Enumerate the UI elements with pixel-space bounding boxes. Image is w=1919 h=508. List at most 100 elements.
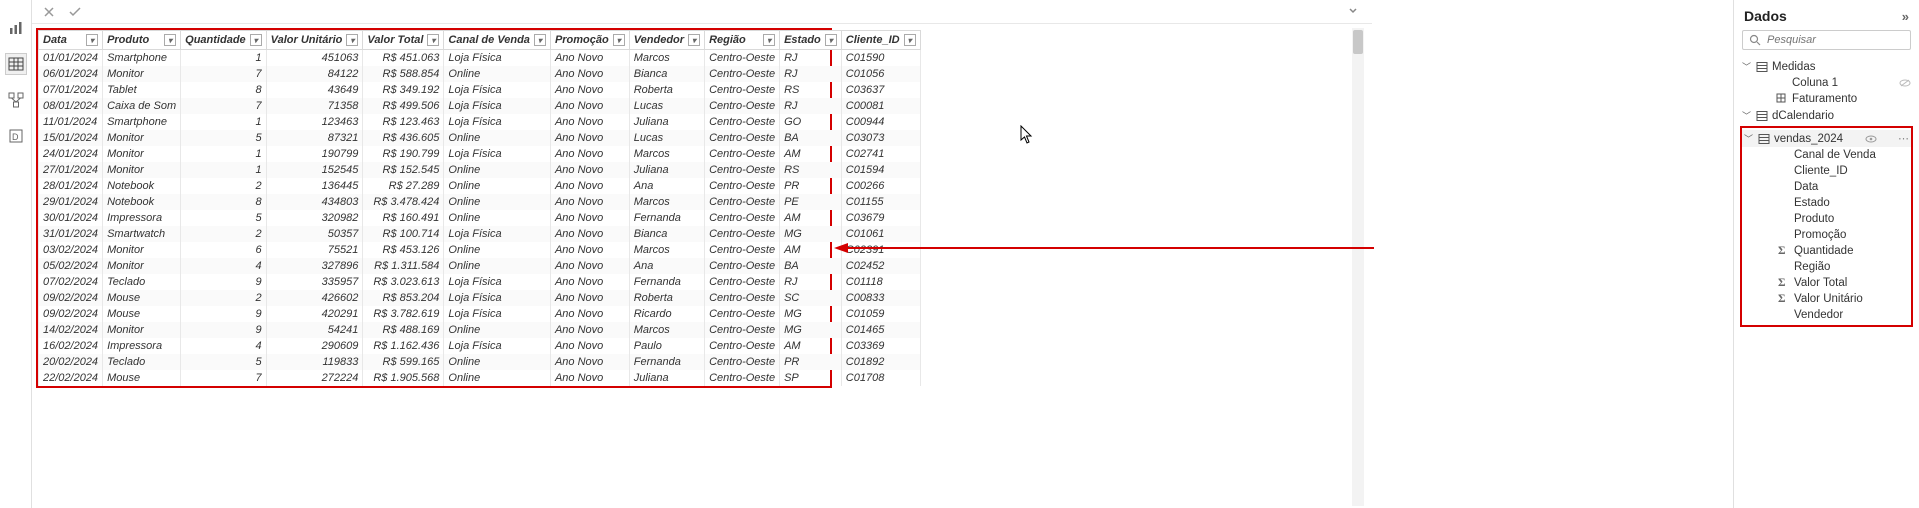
table-row[interactable]: 30/01/2024Impressora5320982R$ 160.491Onl… [39,210,921,226]
table-cell[interactable]: 272224 [266,370,363,386]
table-row[interactable]: 29/01/2024Notebook8434803R$ 3.478.424Onl… [39,194,921,210]
table-cell[interactable]: 434803 [266,194,363,210]
table-cell[interactable]: AM [780,338,842,354]
table-cell[interactable]: Monitor [103,242,181,258]
table-cell[interactable]: R$ 152.545 [363,162,444,178]
table-cell[interactable]: Online [444,178,551,194]
table-row[interactable]: 16/02/2024Impressora4290609R$ 1.162.436L… [39,338,921,354]
table-cell[interactable]: Centro-Oeste [705,130,780,146]
table-row[interactable]: 24/01/2024Monitor1190799R$ 190.799Loja F… [39,146,921,162]
table-row[interactable]: 22/02/2024Mouse7272224R$ 1.905.568Online… [39,370,921,386]
field-node[interactable]: Estado [1742,195,1911,211]
column-header[interactable]: Canal de Venda▾ [444,31,551,50]
table-cell[interactable]: Smartphone [103,50,181,66]
table-cell[interactable]: RS [780,162,842,178]
table-cell[interactable]: Juliana [629,162,704,178]
table-cell[interactable]: R$ 3.782.619 [363,306,444,322]
table-cell[interactable]: R$ 599.165 [363,354,444,370]
filter-dropdown-icon[interactable]: ▾ [427,34,439,46]
table-cell[interactable]: Centro-Oeste [705,338,780,354]
table-cell[interactable]: Fernanda [629,354,704,370]
table-cell[interactable]: 327896 [266,258,363,274]
table-cell[interactable]: RJ [780,66,842,82]
table-cell[interactable]: Loja Física [444,114,551,130]
table-cell[interactable]: 2 [181,178,267,194]
table-cell[interactable]: Ano Novo [550,82,629,98]
table-row[interactable]: 27/01/2024Monitor1152545R$ 152.545Online… [39,162,921,178]
table-cell[interactable]: R$ 1.162.436 [363,338,444,354]
table-cell[interactable]: Ano Novo [550,258,629,274]
table-cell[interactable]: Juliana [629,370,704,386]
table-row[interactable]: 31/01/2024Smartwatch250357R$ 100.714Loja… [39,226,921,242]
table-cell[interactable]: 190799 [266,146,363,162]
table-cell[interactable]: 43649 [266,82,363,98]
expand-formula-icon[interactable] [1347,4,1363,20]
table-row[interactable]: 03/02/2024Monitor675521R$ 453.126OnlineA… [39,242,921,258]
table-cell[interactable]: 1 [181,162,267,178]
table-view-icon[interactable] [6,54,26,74]
table-cell[interactable]: R$ 190.799 [363,146,444,162]
table-cell[interactable]: Ana [629,178,704,194]
table-cell[interactable]: Monitor [103,162,181,178]
table-cell[interactable]: R$ 27.289 [363,178,444,194]
table-cell[interactable]: Centro-Oeste [705,98,780,114]
table-cell[interactable]: RJ [780,98,842,114]
table-cell[interactable]: R$ 3.023.613 [363,274,444,290]
table-cell[interactable]: 335957 [266,274,363,290]
table-cell[interactable]: 5 [181,130,267,146]
table-cell[interactable]: R$ 453.126 [363,242,444,258]
table-cell[interactable]: 01/01/2024 [39,50,103,66]
table-cell[interactable]: Monitor [103,146,181,162]
table-cell[interactable]: Notebook [103,194,181,210]
table-cell[interactable]: 08/01/2024 [39,98,103,114]
table-cell[interactable]: 14/02/2024 [39,322,103,338]
table-cell[interactable]: Fernanda [629,210,704,226]
table-cell[interactable]: 29/01/2024 [39,194,103,210]
table-cell[interactable]: Loja Física [444,50,551,66]
table-cell[interactable]: Ana [629,258,704,274]
table-node[interactable]: ﹀vendas_2024⋯ [1742,130,1911,147]
table-cell[interactable]: 9 [181,274,267,290]
table-cell[interactable]: 54241 [266,322,363,338]
table-cell[interactable]: C01155 [841,194,920,210]
table-cell[interactable]: Centro-Oeste [705,162,780,178]
column-header[interactable]: Quantidade▾ [181,31,267,50]
filter-dropdown-icon[interactable]: ▾ [904,34,916,46]
table-cell[interactable]: Impressora [103,210,181,226]
field-node[interactable]: Cliente_ID [1742,163,1911,179]
table-cell[interactable]: R$ 1.905.568 [363,370,444,386]
table-cell[interactable]: AM [780,210,842,226]
table-cell[interactable]: R$ 160.491 [363,210,444,226]
table-cell[interactable]: AM [780,242,842,258]
column-header[interactable]: Cliente_ID▾ [841,31,920,50]
table-cell[interactable]: 5 [181,354,267,370]
table-cell[interactable]: Marcos [629,50,704,66]
table-cell[interactable]: Centro-Oeste [705,226,780,242]
table-cell[interactable]: 87321 [266,130,363,146]
table-cell[interactable]: 75521 [266,242,363,258]
table-cell[interactable]: 1 [181,114,267,130]
table-cell[interactable]: 7 [181,66,267,82]
dax-query-icon[interactable]: D [6,126,26,146]
table-cell[interactable]: Lucas [629,130,704,146]
table-cell[interactable]: C01708 [841,370,920,386]
table-cell[interactable]: Tablet [103,82,181,98]
table-cell[interactable]: PE [780,194,842,210]
table-cell[interactable]: R$ 1.311.584 [363,258,444,274]
more-options-icon[interactable]: ⋯ [1898,132,1909,145]
table-cell[interactable]: Ano Novo [550,338,629,354]
table-cell[interactable]: Mouse [103,306,181,322]
column-header[interactable]: Vendedor▾ [629,31,704,50]
table-cell[interactable]: Loja Física [444,82,551,98]
table-cell[interactable]: 6 [181,242,267,258]
table-cell[interactable]: SC [780,290,842,306]
table-cell[interactable]: Ano Novo [550,226,629,242]
table-cell[interactable]: 1 [181,146,267,162]
table-cell[interactable]: C03679 [841,210,920,226]
table-cell[interactable]: 16/02/2024 [39,338,103,354]
table-cell[interactable]: Marcos [629,242,704,258]
table-cell[interactable]: 4 [181,338,267,354]
table-cell[interactable]: 07/01/2024 [39,82,103,98]
table-cell[interactable]: 152545 [266,162,363,178]
table-cell[interactable]: Centro-Oeste [705,290,780,306]
